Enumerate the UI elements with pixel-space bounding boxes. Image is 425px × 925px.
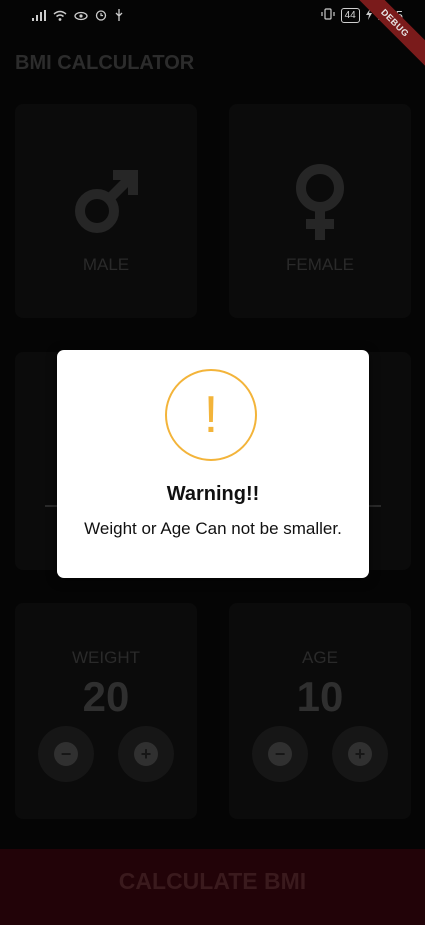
age-value: 10 bbox=[296, 673, 344, 720]
age-decrement-button[interactable]: − bbox=[252, 726, 308, 782]
dialog-title: Warning!! bbox=[166, 483, 260, 505]
usb-icon bbox=[114, 9, 124, 24]
status-left-icons bbox=[32, 9, 124, 24]
wifi-icon bbox=[53, 9, 67, 24]
weight-label: WEIGHT bbox=[72, 648, 140, 667]
female-icon bbox=[229, 162, 411, 247]
status-bar: 44 21:5 bbox=[0, 0, 425, 34]
minus-icon: − bbox=[268, 742, 292, 766]
warning-icon: ! bbox=[165, 369, 257, 461]
eye-icon bbox=[74, 9, 88, 24]
male-icon bbox=[15, 167, 197, 242]
page-title: BMI CALCULATOR bbox=[15, 52, 195, 74]
age-label: AGE bbox=[302, 648, 338, 667]
plus-icon: + bbox=[134, 742, 158, 766]
minus-icon: − bbox=[54, 742, 78, 766]
plus-icon: + bbox=[348, 742, 372, 766]
dialog-message: Weight or Age Can not be smaller. bbox=[84, 519, 342, 538]
weight-increment-button[interactable]: + bbox=[118, 726, 174, 782]
weight-card: WEIGHT 20 − + bbox=[15, 603, 197, 819]
male-card[interactable]: MALE bbox=[15, 104, 197, 318]
signal-icon bbox=[32, 9, 46, 24]
vibrate-icon bbox=[320, 8, 335, 23]
male-label: MALE bbox=[82, 255, 130, 274]
female-label: FEMALE bbox=[285, 255, 355, 274]
female-card[interactable]: FEMALE bbox=[229, 104, 411, 318]
weight-value: 20 bbox=[82, 673, 130, 720]
warning-dialog: ! Warning!! Weight or Age Can not be sma… bbox=[57, 350, 369, 578]
age-card: AGE 10 − + bbox=[229, 603, 411, 819]
battery-indicator: 44 bbox=[340, 8, 360, 23]
alarm-icon bbox=[95, 9, 107, 24]
weight-decrement-button[interactable]: − bbox=[38, 726, 94, 782]
age-increment-button[interactable]: + bbox=[332, 726, 388, 782]
calculate-bmi-button[interactable]: CALCULATE BMI bbox=[0, 849, 425, 925]
